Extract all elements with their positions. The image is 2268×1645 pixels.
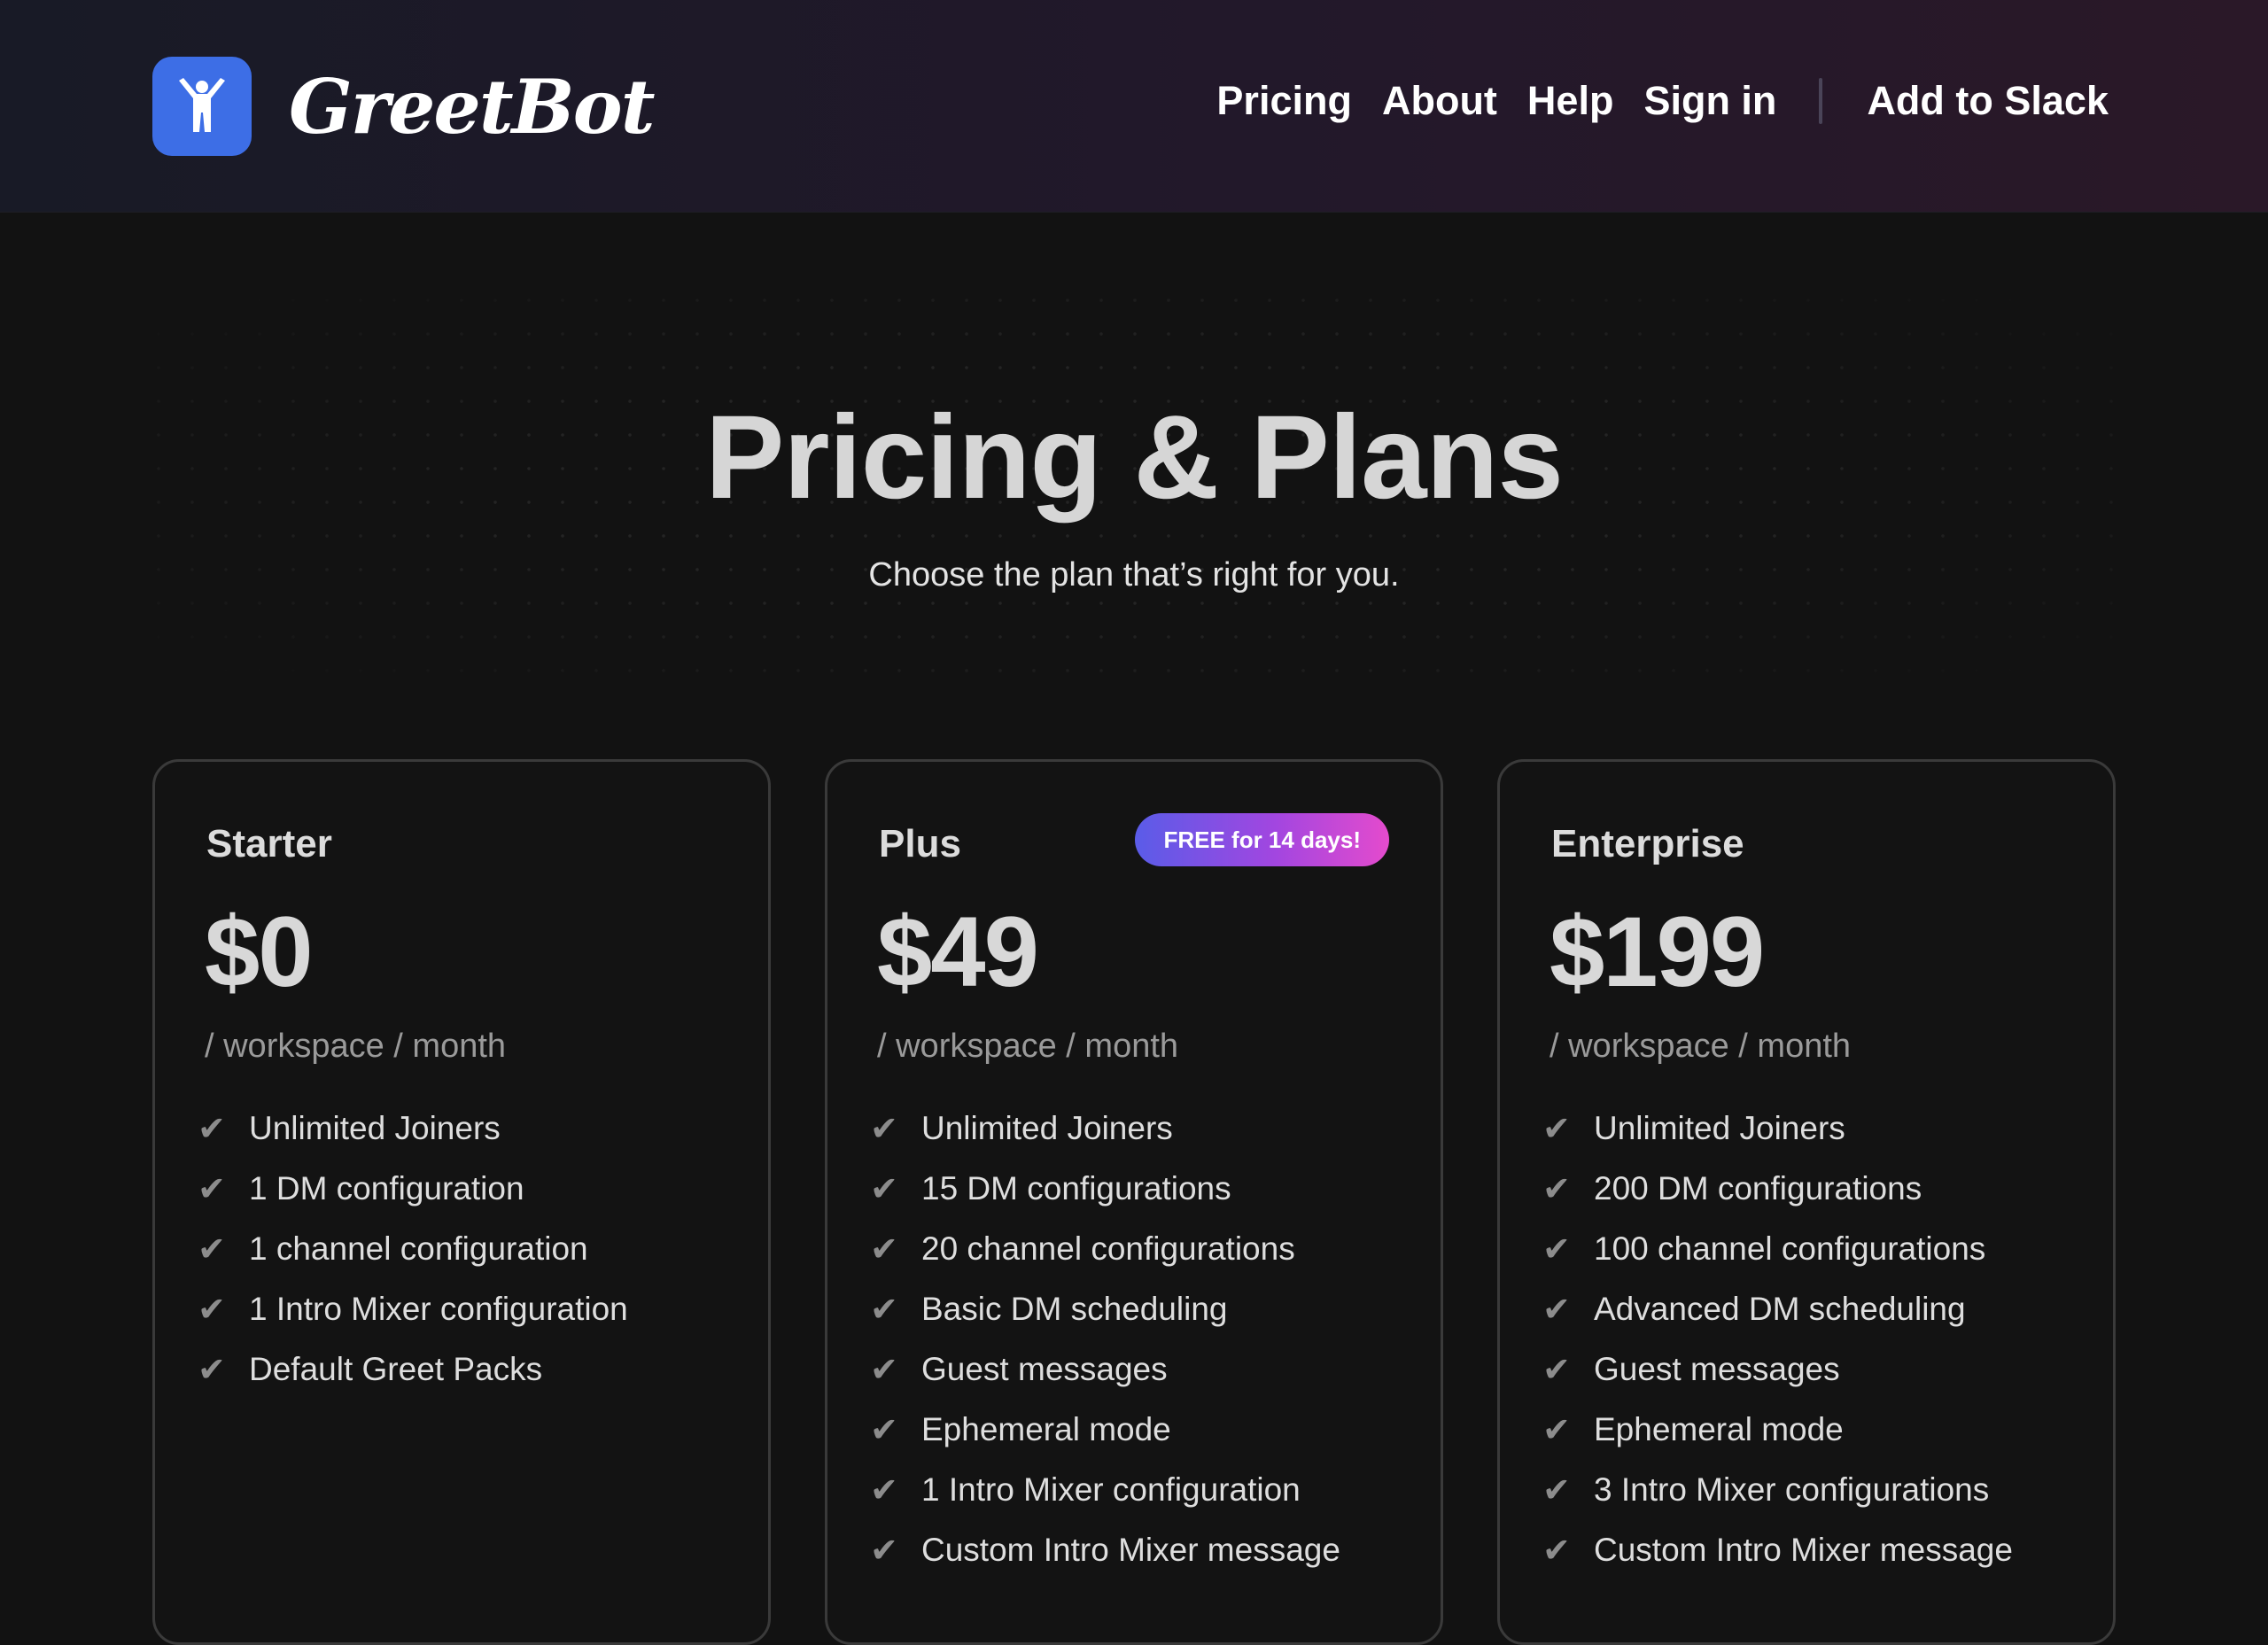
feature-item: ✔ Default Greet Packs — [198, 1339, 628, 1400]
feature-list: ✔ Unlimited Joiners ✔ 1 DM configuration ✔… — [198, 1098, 628, 1400]
feature-item: ✔ 15 DM configurations — [870, 1159, 1340, 1219]
feature-label: Custom Intro Mixer message — [921, 1532, 1340, 1568]
check-icon: ✔ — [1542, 1230, 1571, 1269]
nav-link-pricing[interactable]: Pricing — [1216, 78, 1352, 124]
feature-label: Basic DM scheduling — [921, 1291, 1228, 1327]
check-icon: ✔ — [1542, 1109, 1571, 1148]
feature-label: Ephemeral mode — [921, 1411, 1171, 1447]
feature-item: ✔ Ephemeral mode — [870, 1400, 1340, 1460]
feature-item: ✔ Guest messages — [870, 1339, 1340, 1400]
feature-label: 1 DM configuration — [249, 1170, 524, 1207]
feature-label: 100 channel configurations — [1594, 1230, 1986, 1267]
check-icon: ✔ — [1542, 1470, 1571, 1509]
feature-label: 1 Intro Mixer configuration — [249, 1291, 628, 1327]
check-icon: ✔ — [870, 1470, 898, 1509]
check-icon: ✔ — [1542, 1290, 1571, 1329]
feature-label: Unlimited Joiners — [921, 1110, 1173, 1146]
feature-item: ✔ 200 DM configurations — [1542, 1159, 2013, 1219]
page-subtitle: Choose the plan that’s right for you. — [868, 556, 1400, 594]
check-icon: ✔ — [870, 1531, 898, 1570]
feature-item: ✔ 1 Intro Mixer configuration — [198, 1279, 628, 1339]
feature-label: 200 DM configurations — [1594, 1170, 1922, 1207]
feature-item: ✔ 1 channel configuration — [198, 1219, 628, 1279]
feature-item: ✔ Ephemeral mode — [1542, 1400, 2013, 1460]
feature-item: ✔ Unlimited Joiners — [1542, 1098, 2013, 1159]
feature-item: ✔ Guest messages — [1542, 1339, 2013, 1400]
nav-link-about[interactable]: About — [1382, 78, 1497, 124]
feature-list: ✔ Unlimited Joiners ✔ 200 DM configuration… — [1542, 1098, 2013, 1580]
nav-link-sign-in[interactable]: Sign in — [1643, 78, 1776, 124]
main-nav: Pricing About Help Sign in Add to Slack — [1186, 78, 2109, 124]
feature-label: Custom Intro Mixer message — [1594, 1532, 2013, 1568]
person-arms-raised-icon — [152, 57, 252, 156]
site-header: GreetBot Pricing About Help Sign in Add … — [0, 0, 2268, 213]
feature-item: ✔ 1 Intro Mixer configuration — [870, 1460, 1340, 1520]
check-icon: ✔ — [198, 1169, 226, 1208]
feature-list: ✔ Unlimited Joiners ✔ 15 DM configurations… — [870, 1098, 1340, 1580]
check-icon: ✔ — [870, 1350, 898, 1389]
check-icon: ✔ — [198, 1109, 226, 1148]
check-icon: ✔ — [198, 1230, 226, 1269]
feature-item: ✔ 1 DM configuration — [198, 1159, 628, 1219]
check-icon: ✔ — [198, 1350, 226, 1389]
feature-label: Advanced DM scheduling — [1594, 1291, 1966, 1327]
plan-period: / workspace / month — [1550, 1028, 1852, 1065]
feature-label: 1 channel configuration — [249, 1230, 588, 1267]
plan-period: / workspace / month — [877, 1028, 1179, 1065]
feature-label: 3 Intro Mixer configurations — [1594, 1471, 1990, 1508]
plan-name: Starter — [206, 822, 332, 865]
feature-label: 20 channel configurations — [921, 1230, 1295, 1267]
page-title: Pricing & Plans — [705, 392, 1564, 524]
check-icon: ✔ — [870, 1230, 898, 1269]
check-icon: ✔ — [1542, 1531, 1571, 1570]
feature-label: Unlimited Joiners — [249, 1110, 501, 1146]
plan-card-plus: Plus FREE for 14 days! $49 / workspace /… — [825, 759, 1443, 1645]
feature-label: Ephemeral mode — [1594, 1411, 1844, 1447]
plan-name: Plus — [879, 822, 961, 865]
feature-label: Unlimited Joiners — [1594, 1110, 1845, 1146]
check-icon: ✔ — [1542, 1350, 1571, 1389]
check-icon: ✔ — [198, 1290, 226, 1329]
plan-price: $0 — [205, 896, 314, 1007]
feature-item: ✔ 3 Intro Mixer configurations — [1542, 1460, 2013, 1520]
nav-link-help[interactable]: Help — [1527, 78, 1614, 124]
check-icon: ✔ — [1542, 1169, 1571, 1208]
plan-card-enterprise: Enterprise $199 / workspace / month ✔ Unl… — [1497, 759, 2116, 1645]
brand-logo-link[interactable]: GreetBot — [152, 57, 656, 156]
free-trial-badge: FREE for 14 days! — [1135, 813, 1389, 866]
feature-item: ✔ Advanced DM scheduling — [1542, 1279, 2013, 1339]
plan-price: $199 — [1550, 896, 1765, 1007]
feature-label: 1 Intro Mixer configuration — [921, 1471, 1301, 1508]
check-icon: ✔ — [870, 1410, 898, 1449]
plan-card-starter: Starter $0 / workspace / month ✔ Unlimite… — [152, 759, 771, 1645]
feature-label: Guest messages — [921, 1351, 1168, 1387]
feature-label: Guest messages — [1594, 1351, 1840, 1387]
feature-item: ✔ Custom Intro Mixer message — [870, 1520, 1340, 1580]
nav-divider — [1819, 78, 1823, 124]
feature-item: ✔ Unlimited Joiners — [870, 1098, 1340, 1159]
feature-item: ✔ Unlimited Joiners — [198, 1098, 628, 1159]
plan-period: / workspace / month — [205, 1028, 507, 1065]
check-icon: ✔ — [870, 1290, 898, 1329]
check-icon: ✔ — [870, 1109, 898, 1148]
plan-name: Enterprise — [1551, 822, 1744, 865]
feature-item: ✔ Custom Intro Mixer message — [1542, 1520, 2013, 1580]
check-icon: ✔ — [1542, 1410, 1571, 1449]
plan-price: $49 — [877, 896, 1039, 1007]
feature-label: 15 DM configurations — [921, 1170, 1231, 1207]
add-to-slack-button[interactable]: Add to Slack — [1867, 78, 2109, 124]
feature-item: ✔ 100 channel configurations — [1542, 1219, 2013, 1279]
feature-label: Default Greet Packs — [249, 1351, 543, 1387]
feature-item: ✔ 20 channel configurations — [870, 1219, 1340, 1279]
feature-item: ✔ Basic DM scheduling — [870, 1279, 1340, 1339]
brand-name: GreetBot — [289, 62, 656, 151]
check-icon: ✔ — [870, 1169, 898, 1208]
